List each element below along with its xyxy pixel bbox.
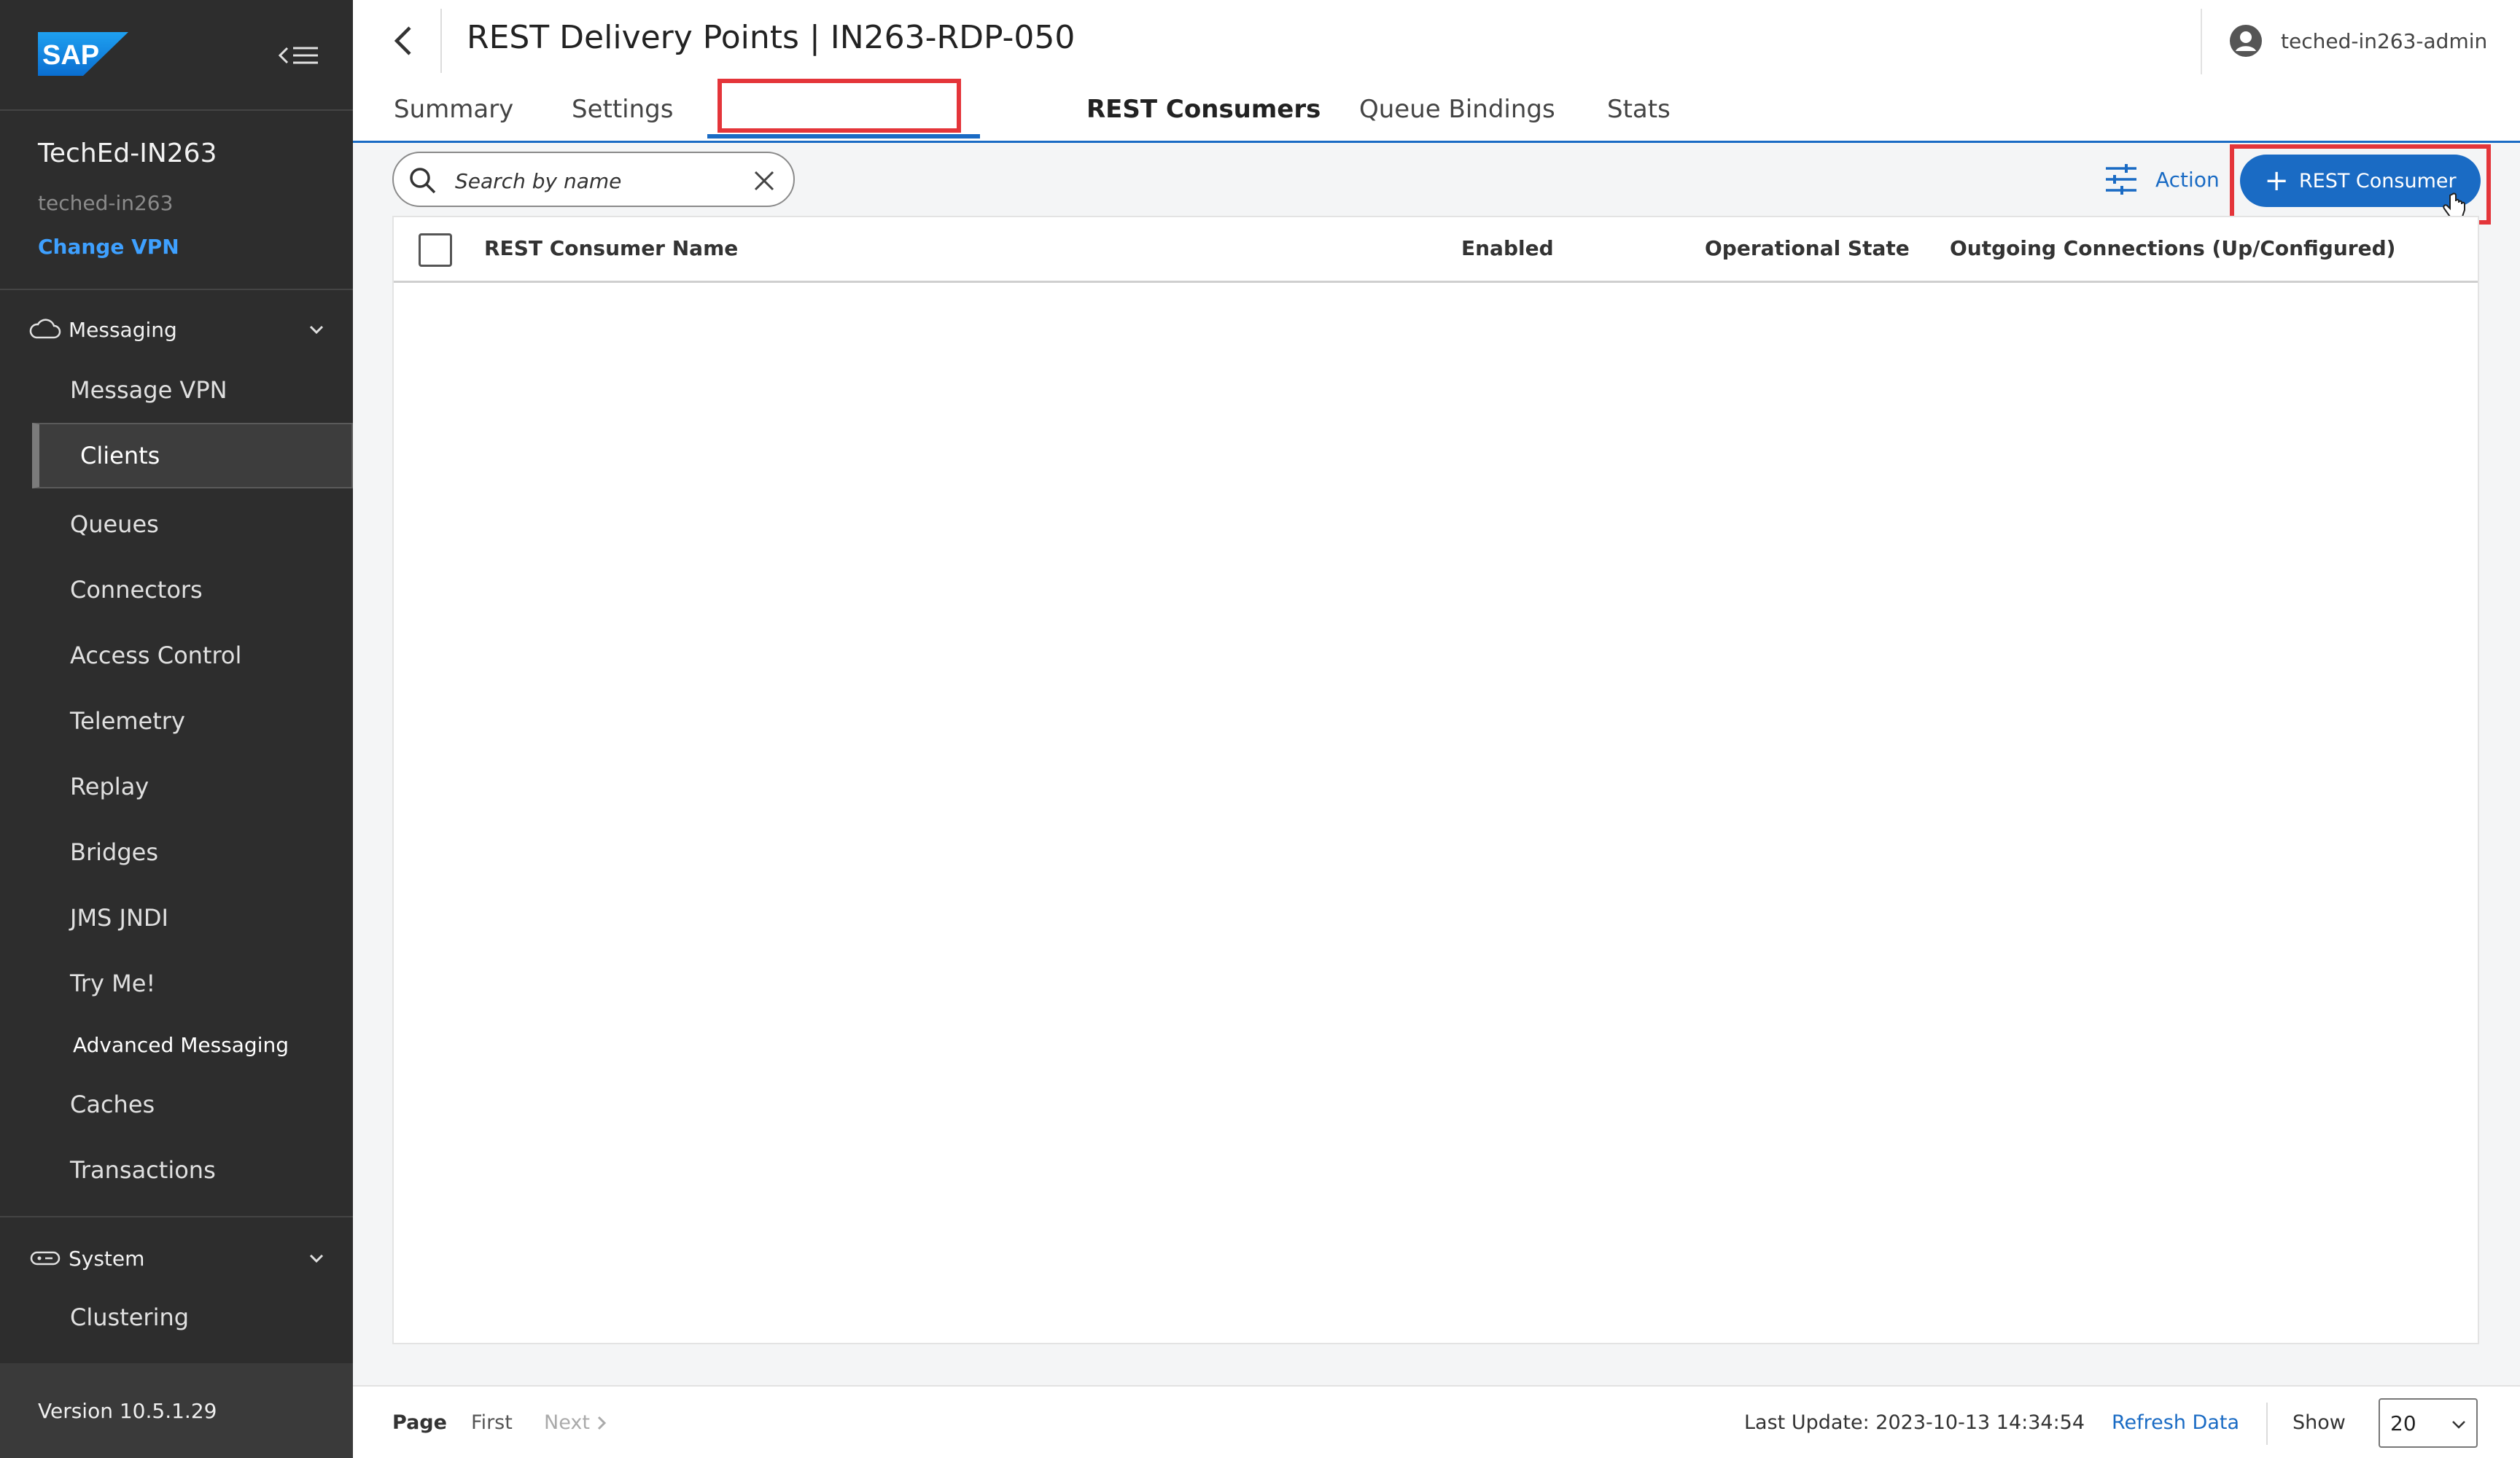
select-all-checkbox[interactable] bbox=[419, 233, 452, 267]
vpn-name: TechEd-IN263 bbox=[38, 139, 217, 168]
change-vpn-link[interactable]: Change VPN bbox=[38, 235, 179, 259]
pagination-footer: Page First Next Last Update: 2023-10-13 … bbox=[353, 1385, 2520, 1458]
footer-divider bbox=[2266, 1403, 2268, 1445]
sidebar-item-queues[interactable]: Queues bbox=[0, 491, 353, 557]
action-button[interactable]: Action bbox=[2104, 157, 2220, 201]
user-avatar-icon bbox=[2230, 25, 2262, 57]
sidebar-divider bbox=[0, 1216, 353, 1217]
tab-summary[interactable]: Summary bbox=[394, 86, 513, 133]
section-label: System bbox=[69, 1246, 145, 1271]
column-header-enabled[interactable]: Enabled bbox=[1461, 236, 1554, 260]
tab-settings[interactable]: Settings bbox=[572, 86, 673, 133]
first-page-link[interactable]: First bbox=[471, 1411, 513, 1434]
cloud-icon bbox=[29, 318, 61, 341]
show-label: Show bbox=[2292, 1411, 2346, 1434]
sidebar-item-transactions[interactable]: Transactions bbox=[0, 1137, 353, 1203]
sidebar-divider bbox=[0, 289, 353, 290]
table-header: REST Consumer Name Enabled Operational S… bbox=[394, 217, 2478, 283]
vpn-subtitle: teched-in263 bbox=[38, 191, 174, 215]
column-header-name[interactable]: REST Consumer Name bbox=[484, 236, 738, 260]
header-divider bbox=[440, 9, 442, 73]
last-update-text: Last Update: 2023-10-13 14:34:54 bbox=[1744, 1411, 2085, 1434]
rest-consumers-table: REST Consumer Name Enabled Operational S… bbox=[392, 216, 2479, 1344]
user-menu[interactable]: teched-in263-admin bbox=[2228, 20, 2487, 61]
tab-stats[interactable]: Stats bbox=[1607, 86, 1671, 133]
search-icon bbox=[410, 168, 436, 194]
add-button-label: REST Consumer bbox=[2298, 169, 2457, 192]
sidebar-item-jms-jndi[interactable]: JMS JNDI bbox=[0, 885, 353, 951]
collapse-sidebar-icon[interactable] bbox=[277, 39, 322, 71]
column-header-operational-state[interactable]: Operational State bbox=[1705, 236, 1910, 260]
sidebar-item-clients[interactable]: Clients bbox=[32, 423, 353, 488]
header-divider bbox=[2201, 9, 2202, 74]
page-size-value: 20 bbox=[2390, 1411, 2416, 1435]
chevron-down-icon bbox=[309, 1254, 324, 1263]
sap-logo: SAP bbox=[38, 32, 128, 76]
sidebar-item-message-vpn[interactable]: Message VPN bbox=[0, 357, 353, 423]
page-size-select[interactable]: 20 bbox=[2379, 1398, 2478, 1448]
sidebar-item-telemetry[interactable]: Telemetry bbox=[0, 688, 353, 754]
page-label: Page bbox=[392, 1411, 447, 1434]
back-arrow-icon[interactable] bbox=[385, 20, 426, 61]
tab-queue-bindings[interactable]: Queue Bindings bbox=[1359, 86, 1555, 133]
version-label: Version 10.5.1.29 bbox=[0, 1363, 353, 1458]
sidebar-item-advanced-messaging[interactable]: Advanced Messaging bbox=[0, 1012, 353, 1077]
plus-icon: + bbox=[2264, 164, 2289, 198]
sidebar-item-connectors[interactable]: Connectors bbox=[0, 557, 353, 623]
section-label: Messaging bbox=[69, 317, 177, 342]
chevron-right-icon bbox=[597, 1416, 607, 1430]
sidebar-item-access-control[interactable]: Access Control bbox=[0, 623, 353, 688]
sliders-icon bbox=[2106, 164, 2136, 195]
clear-search-icon[interactable] bbox=[748, 165, 780, 197]
sidebar-item-clustering[interactable]: Clustering bbox=[0, 1284, 353, 1350]
sidebar-item-replay[interactable]: Replay bbox=[0, 754, 353, 819]
user-name: teched-in263-admin bbox=[2281, 28, 2488, 53]
column-header-outgoing-connections[interactable]: Outgoing Connections (Up/Configured) bbox=[1950, 236, 2395, 260]
chevron-down-icon bbox=[309, 325, 324, 335]
active-tab-indicator bbox=[707, 134, 980, 139]
action-label: Action bbox=[2155, 167, 2220, 192]
sidebar-item-try-me[interactable]: Try Me! bbox=[0, 951, 353, 1016]
search-box[interactable] bbox=[392, 152, 795, 207]
page-title: REST Delivery Points | IN263-RDP-050 bbox=[467, 19, 1076, 56]
sidebar-item-bridges[interactable]: Bridges bbox=[0, 819, 353, 885]
search-input[interactable] bbox=[455, 163, 732, 198]
sidebar: SAP TechEd-IN263 teched-in263 Change VPN… bbox=[0, 0, 353, 1458]
sidebar-section-system[interactable]: System bbox=[29, 1238, 328, 1279]
page-header: REST Delivery Points | IN263-RDP-050 tec… bbox=[353, 0, 2520, 143]
sidebar-divider bbox=[0, 109, 353, 111]
next-label: Next bbox=[544, 1411, 590, 1434]
server-icon bbox=[29, 1247, 61, 1270]
chevron-down-icon bbox=[2452, 1421, 2465, 1429]
sidebar-section-messaging[interactable]: Messaging bbox=[29, 309, 328, 350]
tab-rest-consumers[interactable]: REST Consumers bbox=[1086, 86, 1321, 133]
refresh-data-link[interactable]: Refresh Data bbox=[2112, 1411, 2239, 1434]
sidebar-item-caches[interactable]: Caches bbox=[0, 1072, 353, 1137]
svg-text:SAP: SAP bbox=[42, 40, 99, 71]
next-page-link[interactable]: Next bbox=[544, 1411, 609, 1434]
